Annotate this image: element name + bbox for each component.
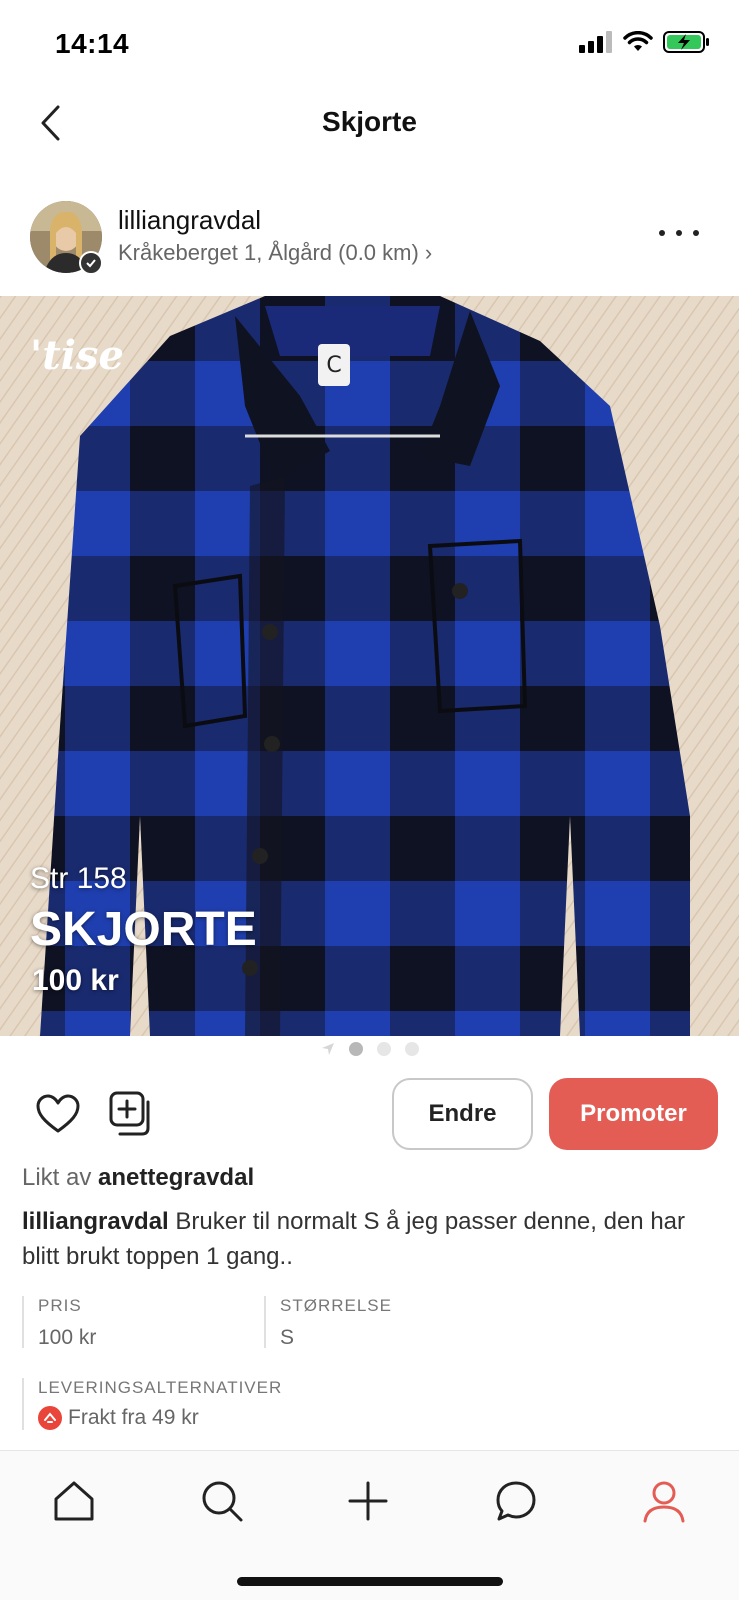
price-detail: PRIS 100 kr — [22, 1296, 97, 1349]
seller-location[interactable]: Kråkeberget 1, Ålgård (0.0 km) › — [118, 240, 432, 266]
more-dot-icon — [659, 230, 665, 236]
price-label: PRIS — [38, 1296, 82, 1315]
location-arrow-icon — [321, 1043, 334, 1055]
size-label: STØRRELSE — [280, 1296, 392, 1315]
tab-profile[interactable] — [636, 1473, 692, 1529]
tab-new-listing[interactable] — [340, 1473, 396, 1529]
description-author[interactable]: lilliangravdal — [22, 1208, 169, 1235]
status-bar: 14:14 — [0, 0, 739, 90]
shipping-icon — [38, 1406, 62, 1430]
signal-icon — [579, 31, 612, 53]
promote-button[interactable]: Promoter — [549, 1078, 718, 1150]
status-time: 14:14 — [55, 28, 130, 59]
more-dot-icon — [676, 230, 682, 236]
tab-search[interactable] — [194, 1473, 250, 1529]
plus-icon — [348, 1481, 388, 1521]
wifi-icon — [623, 31, 653, 51]
liked-by-prefix: Likt av — [22, 1164, 92, 1191]
overlay-title: SKJORTE — [30, 903, 257, 956]
more-options-button[interactable] — [659, 223, 699, 243]
image-pager — [0, 1042, 739, 1056]
verified-badge-icon — [79, 251, 103, 275]
pager-dot[interactable] — [404, 1042, 419, 1056]
delivery-label: LEVERINGSALTERNATIVER — [38, 1378, 283, 1397]
overlay-size: Str 158 — [30, 862, 127, 895]
battery-charging-icon — [663, 31, 709, 53]
delivery-detail[interactable]: LEVERINGSALTERNATIVER Frakt fra 49 kr — [22, 1378, 282, 1430]
pager-dot[interactable] — [376, 1042, 391, 1056]
tab-home[interactable] — [46, 1473, 102, 1529]
svg-text:C: C — [326, 353, 341, 378]
chat-icon — [496, 1481, 536, 1521]
more-dot-icon — [693, 230, 699, 236]
like-button[interactable] — [34, 1090, 82, 1138]
price-value: 100 kr — [38, 1326, 97, 1349]
liked-by-user[interactable]: anettegravdal — [98, 1164, 254, 1191]
search-icon — [202, 1481, 243, 1522]
size-detail: STØRRELSE S — [264, 1296, 392, 1349]
nav-bar: Skjorte — [0, 90, 739, 160]
add-to-collection-button[interactable] — [108, 1090, 156, 1138]
delivery-value: Frakt fra 49 kr — [68, 1406, 199, 1429]
page-title: Skjorte — [322, 106, 417, 137]
seller-header: lilliangravdal Kråkeberget 1, Ålgård (0.… — [0, 195, 739, 285]
action-row: Endre Promoter — [0, 1078, 739, 1150]
home-icon — [54, 1481, 94, 1521]
seller-username[interactable]: lilliangravdal — [118, 205, 261, 236]
add-collection-icon — [109, 1091, 150, 1136]
liked-by: Likt av anettegravdal — [22, 1164, 254, 1192]
tab-bar — [0, 1450, 739, 1600]
home-indicator — [237, 1577, 503, 1586]
status-icons — [579, 30, 711, 54]
tise-watermark: 'tise — [30, 332, 124, 379]
listing-image[interactable]: C 'tise Str 158 SKJORTE 100 kr — [0, 296, 739, 1036]
profile-icon — [643, 1481, 685, 1523]
delivery-option[interactable]: Frakt fra 49 kr — [38, 1406, 282, 1430]
size-value: S — [280, 1326, 295, 1349]
tab-messages[interactable] — [488, 1473, 544, 1529]
heart-icon — [36, 1094, 80, 1133]
listing-description: lilliangravdal Bruker til normalt S å je… — [22, 1204, 722, 1274]
pager-dot[interactable] — [348, 1042, 363, 1056]
edit-button[interactable]: Endre — [392, 1078, 533, 1150]
overlay-price: 100 kr — [32, 964, 119, 997]
